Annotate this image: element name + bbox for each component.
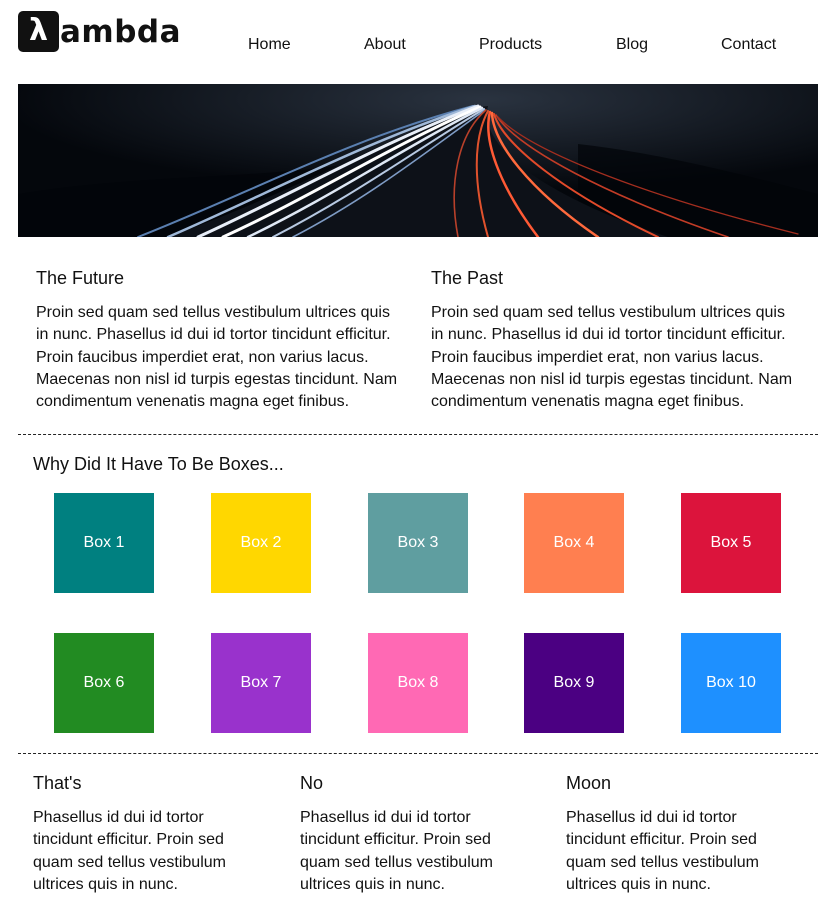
box-8: Box 8 bbox=[368, 633, 468, 733]
box-7: Box 7 bbox=[211, 633, 311, 733]
lambda-logo-icon: λ bbox=[18, 10, 59, 52]
nav-contact[interactable]: Contact bbox=[721, 36, 776, 54]
nav-products[interactable]: Products bbox=[479, 36, 542, 54]
divider bbox=[18, 753, 818, 754]
thats-title: That's bbox=[33, 773, 82, 793]
box-10: Box 10 bbox=[681, 633, 781, 733]
divider bbox=[18, 434, 818, 435]
future-title: The Future bbox=[36, 268, 125, 288]
no-title: No bbox=[300, 773, 324, 793]
nav-about[interactable]: About bbox=[364, 36, 406, 54]
past-title: The Past bbox=[431, 268, 504, 288]
nav-home[interactable]: Home bbox=[248, 36, 291, 54]
box-1: Box 1 bbox=[54, 493, 154, 593]
past-body: Proin sed quam sed tellus vestibulum ult… bbox=[431, 304, 793, 411]
no-body: Phasellus id dui id tortor tincidunt eff… bbox=[300, 809, 493, 893]
page: λ ambda Home About Products Blog Contact bbox=[0, 0, 835, 901]
hero-image bbox=[18, 84, 818, 237]
box-4: Box 4 bbox=[524, 493, 624, 593]
nav-blog[interactable]: Blog bbox=[616, 36, 648, 54]
box-3: Box 3 bbox=[368, 493, 468, 593]
moon-body: Phasellus id dui id tortor tincidunt eff… bbox=[566, 809, 759, 893]
moon-title: Moon bbox=[566, 773, 612, 793]
logo-text: ambda bbox=[60, 13, 182, 50]
box-9: Box 9 bbox=[524, 633, 624, 733]
future-body: Proin sed quam sed tellus vestibulum ult… bbox=[36, 304, 398, 411]
boxes-title: Why Did It Have To Be Boxes... bbox=[33, 454, 284, 474]
logo[interactable]: λ ambda bbox=[18, 10, 181, 52]
box-5: Box 5 bbox=[681, 493, 781, 593]
box-2: Box 2 bbox=[211, 493, 311, 593]
highway-light-trails-icon bbox=[18, 84, 818, 237]
thats-body: Phasellus id dui id tortor tincidunt eff… bbox=[33, 809, 226, 893]
box-6: Box 6 bbox=[54, 633, 154, 733]
